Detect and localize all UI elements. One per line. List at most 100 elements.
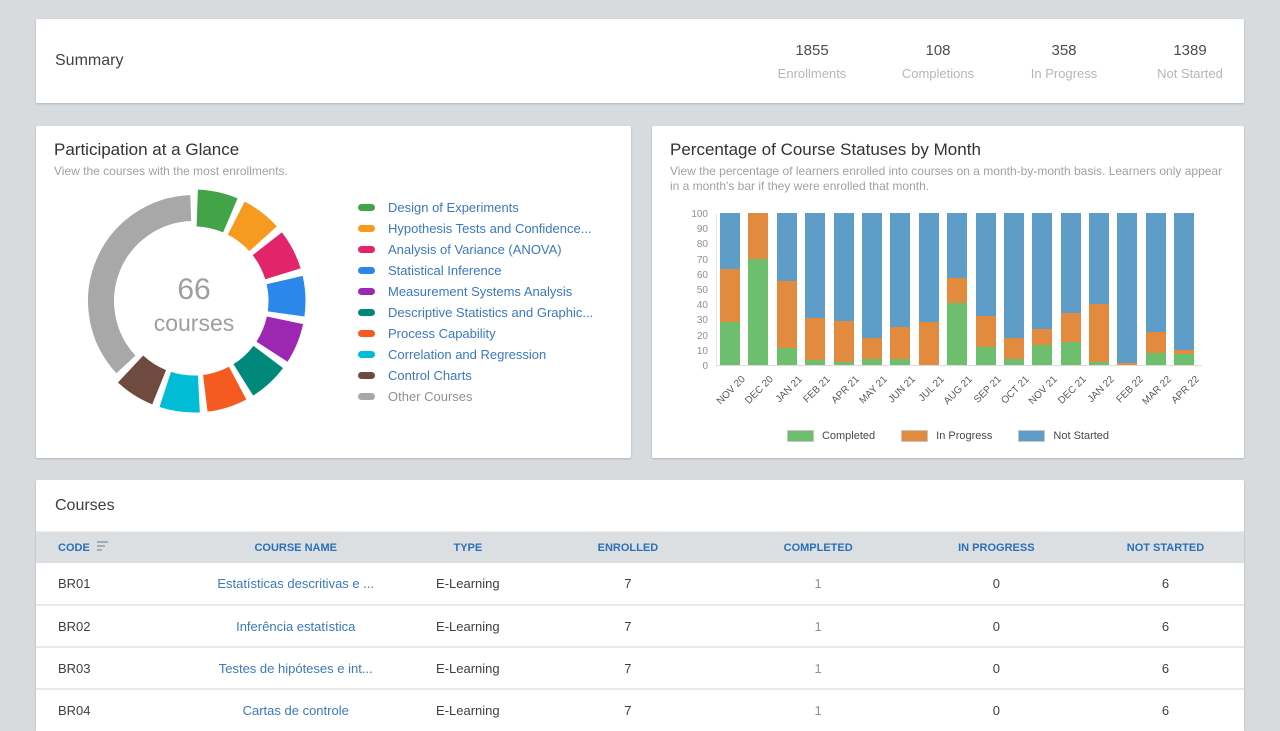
- column-header-type[interactable]: TYPE: [410, 532, 525, 563]
- donut-chart: 66 courses: [82, 189, 306, 413]
- completed-cell: 1: [731, 605, 906, 647]
- legend-swatch: [358, 204, 375, 211]
- courses-table-head: CODECOURSE NAMETYPEENROLLEDCOMPLETEDIN P…: [36, 532, 1244, 563]
- stat-label: In Progress: [1018, 66, 1110, 81]
- y-tick-label: 60: [697, 270, 708, 281]
- donut-segment-analysis-of-variance-anova[interactable]: [267, 244, 283, 274]
- bar-segment-in-progress: [777, 281, 797, 348]
- legend-item-design-of-experiments[interactable]: Design of Experiments: [358, 197, 593, 218]
- bar-oct-21[interactable]: [1004, 213, 1024, 365]
- course-name-cell[interactable]: Cartas de controle: [181, 689, 411, 731]
- bar-segment-not-started: [1089, 213, 1109, 304]
- legend-item-correlation-and-regression[interactable]: Correlation and Regression: [358, 344, 593, 365]
- donut-segment-control-charts[interactable]: [131, 369, 160, 387]
- donut-segment-design-of-experiments[interactable]: [197, 208, 230, 215]
- bar-legend-item-completed: Completed: [787, 430, 875, 442]
- donut-segment-statistical-inference[interactable]: [285, 280, 287, 314]
- month-label-nov-21: NOV 21: [1027, 374, 1060, 407]
- column-header-course-name[interactable]: COURSE NAME: [181, 532, 411, 563]
- courses-header-row: CODECOURSE NAMETYPEENROLLEDCOMPLETEDIN P…: [36, 532, 1244, 563]
- course-name-cell[interactable]: Inferência estatística: [181, 605, 411, 647]
- bar-segment-completed: [748, 259, 768, 365]
- bar-segment-in-progress: [1004, 338, 1024, 359]
- bar-jan-21[interactable]: [777, 213, 797, 365]
- legend-item-process-capability[interactable]: Process Capability: [358, 323, 593, 344]
- bar-dec-20[interactable]: [748, 213, 768, 365]
- legend-label: Design of Experiments: [388, 200, 519, 215]
- bar-segment-not-started: [1146, 213, 1166, 332]
- month-label-feb-21: FEB 21: [802, 374, 833, 405]
- legend-item-control-charts[interactable]: Control Charts: [358, 365, 593, 386]
- bar-segment-in-progress: [862, 338, 882, 359]
- summary-stats: 1855Enrollments108Completions358In Progr…: [732, 42, 1236, 81]
- bar-feb-21[interactable]: [805, 213, 825, 365]
- column-header-code[interactable]: CODE: [36, 532, 181, 563]
- stat-value: 1389: [1144, 42, 1236, 59]
- donut-segment-measurement-systems-analysis[interactable]: [272, 320, 285, 351]
- type-cell: E-Learning: [410, 647, 525, 689]
- course-name-cell[interactable]: Testes de hipóteses e int...: [181, 647, 411, 689]
- bar-segment-completed: [1174, 354, 1194, 365]
- bar-dec-21[interactable]: [1061, 213, 1081, 365]
- month-label-apr-22: APR 22: [1170, 374, 1202, 406]
- donut-segment-process-capability[interactable]: [205, 383, 237, 393]
- legend-item-descriptive-statistics-and-graphic[interactable]: Descriptive Statistics and Graphic...: [358, 302, 593, 323]
- code-cell: BR01: [36, 563, 181, 605]
- bar-segment-in-progress: [890, 327, 910, 359]
- code-cell: BR04: [36, 689, 181, 731]
- bar-segment-not-started: [862, 213, 882, 338]
- participation-title: Participation at a Glance: [54, 140, 613, 160]
- dashboard-page: Summary 1855Enrollments108Completions358…: [0, 0, 1280, 731]
- bar-apr-22[interactable]: [1174, 213, 1194, 365]
- bar-jun-21[interactable]: [890, 213, 910, 365]
- legend-item-other-courses: Other Courses: [358, 386, 593, 407]
- bar-sep-21[interactable]: [976, 213, 996, 365]
- month-label-jan-22: JAN 22: [1086, 374, 1117, 405]
- bar-mar-22[interactable]: [1146, 213, 1166, 365]
- in-progress-cell: 0: [906, 605, 1087, 647]
- bar-jan-22[interactable]: [1089, 213, 1109, 365]
- legend-label: Correlation and Regression: [388, 347, 546, 362]
- bar-apr-21[interactable]: [834, 213, 854, 365]
- month-label-mar-22: MAR 22: [1140, 374, 1173, 407]
- summary-stat-not-started: 1389Not Started: [1144, 42, 1236, 81]
- bar-jul-21[interactable]: [919, 213, 939, 365]
- column-header-in-progress[interactable]: IN PROGRESS: [906, 532, 1087, 563]
- donut-segment-descriptive-statistics-and-graphic[interactable]: [243, 357, 268, 380]
- legend-label: Hypothesis Tests and Confidence...: [388, 221, 592, 236]
- bar-nov-20[interactable]: [720, 213, 740, 365]
- bar-segment-not-started: [1032, 213, 1052, 329]
- code-cell: BR02: [36, 605, 181, 647]
- column-header-enrolled[interactable]: ENROLLED: [525, 532, 730, 563]
- legend-item-measurement-systems-analysis[interactable]: Measurement Systems Analysis: [358, 281, 593, 302]
- bar-segment-not-started: [1061, 213, 1081, 313]
- legend-item-analysis-of-variance-anova[interactable]: Analysis of Variance (ANOVA): [358, 239, 593, 260]
- y-tick-label: 80: [697, 239, 708, 250]
- month-label-dec-21: DEC 21: [1056, 374, 1089, 407]
- bar-aug-21[interactable]: [947, 213, 967, 365]
- bar-legend-label: In Progress: [936, 430, 992, 442]
- legend-swatch: [358, 372, 375, 379]
- column-header-not-started[interactable]: NOT STARTED: [1087, 532, 1244, 563]
- month-label-aug-21: AUG 21: [942, 374, 975, 407]
- stat-value: 358: [1018, 42, 1110, 59]
- column-header-completed[interactable]: COMPLETED: [731, 532, 906, 563]
- bar-segment-completed: [1089, 362, 1109, 365]
- legend-item-statistical-inference[interactable]: Statistical Inference: [358, 260, 593, 281]
- bar-segment-completed: [805, 360, 825, 365]
- donut-wrap: 66 courses: [82, 189, 306, 418]
- bar-may-21[interactable]: [862, 213, 882, 365]
- bar-segment-not-started: [919, 213, 939, 322]
- donut-segment-hypothesis-tests-and-confidence[interactable]: [236, 218, 263, 239]
- bar-plot: [716, 214, 1202, 366]
- month-label-may-21: MAY 21: [857, 374, 889, 406]
- legend-item-hypothesis-tests-and-confidence[interactable]: Hypothesis Tests and Confidence...: [358, 218, 593, 239]
- bar-nov-21[interactable]: [1032, 213, 1052, 365]
- donut-segment-correlation-and-regression[interactable]: [165, 389, 199, 394]
- course-name-cell[interactable]: Estatísticas descritivas e ...: [181, 563, 411, 605]
- enrolled-cell: 7: [525, 605, 730, 647]
- bar-segment-not-started: [834, 213, 854, 321]
- bar-feb-22[interactable]: [1117, 213, 1137, 365]
- stat-value: 1855: [766, 42, 858, 59]
- bar-segment-in-progress: [1117, 363, 1137, 365]
